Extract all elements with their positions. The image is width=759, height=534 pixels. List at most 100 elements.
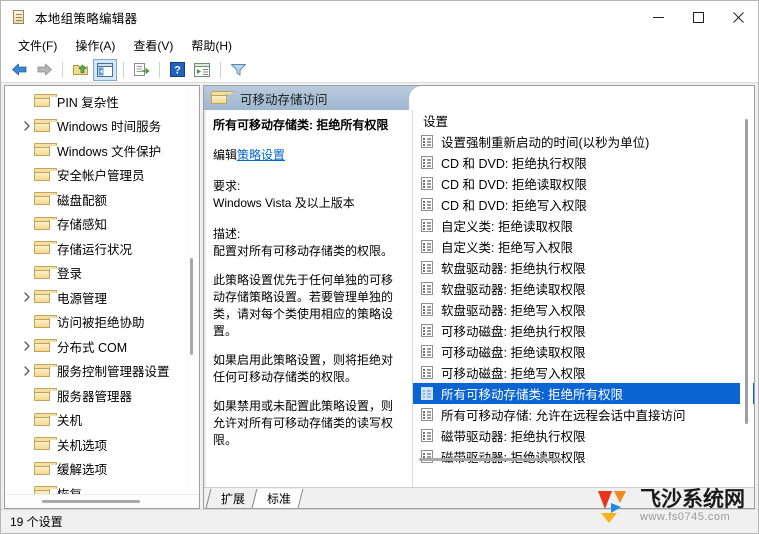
filter-icon[interactable] — [226, 59, 250, 81]
requirement-value: Windows Vista 及以上版本 — [213, 196, 355, 210]
chevron-right-icon[interactable] — [19, 341, 34, 351]
settings-row[interactable]: 自定义类: 拒绝读取权限 — [413, 215, 754, 236]
settings-row[interactable]: 可移动磁盘: 拒绝执行权限 — [413, 320, 754, 341]
tree-horizontal-scrollbar[interactable] — [5, 494, 199, 508]
settings-row[interactable]: CD 和 DVD: 拒绝写入权限 — [413, 194, 754, 215]
folder-icon — [33, 339, 58, 353]
settings-row[interactable]: CD 和 DVD: 拒绝执行权限 — [413, 152, 754, 173]
tree-item[interactable]: Windows 时间服务 — [5, 114, 199, 139]
settings-row-label: 磁带驱动器: 拒绝执行权限 — [441, 430, 586, 444]
menu-file[interactable]: 文件(F) — [9, 35, 66, 56]
tree-item[interactable]: PIN 复杂性 — [5, 89, 199, 114]
tree-item[interactable]: 关机选项 — [5, 432, 199, 457]
content-header: 可移动存储访问 — [204, 86, 754, 110]
panes: 所有可移动存储类: 拒绝所有权限 编辑策略设置 要求: Windows Vist… — [204, 110, 754, 487]
list-vertical-scrollbar[interactable] — [740, 112, 753, 467]
settings-row-label: 自定义类: 拒绝写入权限 — [441, 241, 573, 255]
settings-row[interactable]: 自定义类: 拒绝写入权限 — [413, 236, 754, 257]
minimize-button[interactable] — [638, 1, 678, 33]
chevron-right-icon[interactable] — [19, 366, 34, 376]
back-icon[interactable] — [7, 59, 31, 81]
settings-row[interactable]: 可移动磁盘: 拒绝读取权限 — [413, 341, 754, 362]
settings-row-selected[interactable]: 所有可移动存储类: 拒绝所有权限 — [413, 383, 754, 404]
tree-item-label: 关机 — [57, 414, 83, 429]
tree-item-label: 磁盘配额 — [57, 193, 108, 208]
folder-icon — [33, 388, 58, 402]
tree-item-label: 访问被拒绝协助 — [57, 316, 145, 331]
settings-list-body: 设置强制重新启动的时间(以秒为单位) CD 和 DVD: 拒绝执行权限 CD 和 D… — [413, 131, 754, 487]
tree-item[interactable]: 访问被拒绝协助 — [5, 310, 199, 335]
menu-help[interactable]: 帮助(H) — [182, 35, 241, 56]
forward-icon[interactable] — [32, 59, 56, 81]
tree-item[interactable]: 服务器管理器 — [5, 383, 199, 408]
chevron-right-icon[interactable] — [19, 121, 34, 131]
folder-icon — [33, 192, 58, 206]
tree-item[interactable]: 存储感知 — [5, 212, 199, 237]
settings-row[interactable]: CD 和 DVD: 拒绝读取权限 — [413, 173, 754, 194]
toolbar: ? — [1, 57, 758, 83]
tree-item[interactable]: 磁盘配额 — [5, 187, 199, 212]
settings-row-label: 所有可移动存储类: 拒绝所有权限 — [441, 388, 623, 402]
close-button[interactable] — [718, 1, 758, 33]
show-hide-tree-icon[interactable] — [93, 58, 117, 81]
policy-setting-icon — [421, 176, 434, 191]
tree-item[interactable]: 安全帐户管理员 — [5, 163, 199, 188]
tree-item[interactable]: 电源管理 — [5, 285, 199, 310]
folder-icon — [33, 486, 58, 494]
settings-row-label: CD 和 DVD: 拒绝读取权限 — [441, 178, 587, 192]
settings-row[interactable]: 磁带驱动器: 拒绝执行权限 — [413, 425, 754, 446]
help-icon[interactable]: ? — [165, 59, 189, 81]
folder-icon — [33, 461, 58, 476]
settings-row-label: 所有可移动存储: 允许在远程会话中直接访问 — [441, 409, 686, 423]
tree-item[interactable]: Windows 文件保护 — [5, 138, 199, 163]
edit-policy-setting-link[interactable]: 策略设置 — [237, 148, 285, 162]
tab-standard[interactable]: 标准 — [251, 489, 304, 508]
tree-item[interactable]: 存储运行状况 — [5, 236, 199, 261]
settings-row-label: 可移动磁盘: 拒绝读取权限 — [441, 346, 586, 360]
policy-setting-icon — [421, 155, 434, 170]
tree-item[interactable]: 恢复 — [5, 481, 199, 494]
settings-row-label: 设置强制重新启动的时间(以秒为单位) — [441, 136, 650, 150]
tree-vertical-scrollbar[interactable] — [185, 89, 198, 492]
list-horizontal-scrollbar[interactable] — [413, 453, 740, 465]
tree-item-label: Windows 时间服务 — [57, 120, 162, 135]
content-header-title: 可移动存储访问 — [240, 92, 328, 107]
tree-item-label: Windows 文件保护 — [57, 144, 162, 159]
view-options-icon[interactable] — [190, 59, 214, 81]
tree-item[interactable]: 分布式 COM — [5, 334, 199, 359]
up-folder-icon[interactable] — [68, 59, 92, 81]
settings-row-label: 软盘驱动器: 拒绝读取权限 — [441, 283, 586, 297]
settings-row[interactable]: 软盘驱动器: 拒绝读取权限 — [413, 278, 754, 299]
folder-icon — [33, 143, 58, 157]
settings-row-label: 可移动磁盘: 拒绝执行权限 — [441, 325, 586, 339]
status-text: 19 个设置 — [10, 515, 63, 529]
settings-row-label: 软盘驱动器: 拒绝写入权限 — [441, 304, 586, 318]
settings-row-label: 可移动磁盘: 拒绝写入权限 — [441, 367, 586, 381]
export-list-icon[interactable] — [129, 59, 153, 81]
console-tree-pane: PIN 复杂性 Windows 时间服务 Windows 文件保护安全帐户管理员磁盘… — [4, 85, 200, 509]
description-paragraph: 配置对所有可移动存储类的权限。 — [213, 244, 394, 258]
group-policy-editor-window: 本地组策略编辑器 文件(F) 操作(A) 查看(V) 帮助(H) ? PIN 复… — [0, 0, 759, 534]
svg-text:?: ? — [174, 65, 181, 77]
tree-item-label: 恢复 — [57, 484, 82, 494]
menu-action[interactable]: 操作(A) — [66, 35, 124, 56]
settings-row-label: CD 和 DVD: 拒绝写入权限 — [441, 199, 587, 213]
tree-item[interactable]: 服务控制管理器设置 — [5, 359, 199, 384]
settings-column-header[interactable]: 设置 — [413, 110, 754, 131]
chevron-right-icon[interactable] — [19, 292, 34, 302]
menu-view[interactable]: 查看(V) — [124, 35, 182, 56]
maximize-button[interactable] — [678, 1, 718, 33]
policy-title: 所有可移动存储类: 拒绝所有权限 — [213, 118, 389, 132]
tree-item[interactable]: 关机 — [5, 408, 199, 433]
policy-setting-icon — [421, 134, 434, 149]
settings-row[interactable]: 可移动磁盘: 拒绝写入权限 — [413, 362, 754, 383]
tree-item-label: 分布式 COM — [57, 340, 128, 355]
settings-row[interactable]: 软盘驱动器: 拒绝执行权限 — [413, 257, 754, 278]
settings-row[interactable]: 设置强制重新启动的时间(以秒为单位) — [413, 131, 754, 152]
settings-row[interactable]: 所有可移动存储: 允许在远程会话中直接访问 — [413, 404, 754, 425]
settings-row-label: 自定义类: 拒绝读取权限 — [441, 220, 573, 234]
settings-row[interactable]: 软盘驱动器: 拒绝写入权限 — [413, 299, 754, 320]
tree-item[interactable]: 缓解选项 — [5, 457, 199, 482]
tab-extended[interactable]: 扩展 — [205, 489, 258, 508]
tree-item[interactable]: 登录 — [5, 261, 199, 286]
